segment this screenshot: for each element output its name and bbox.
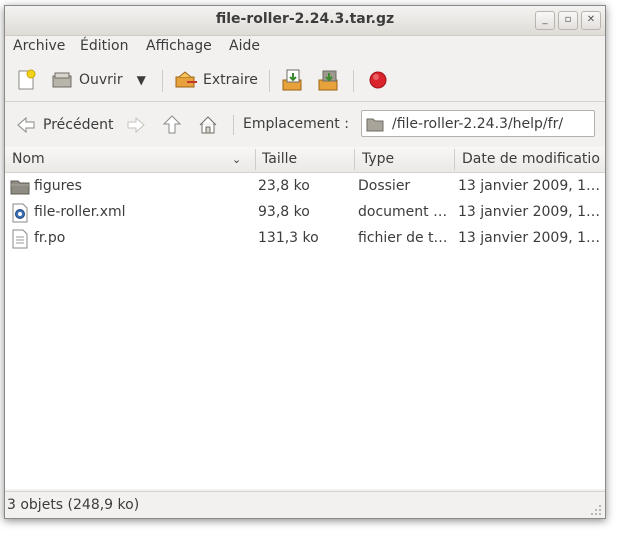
close-icon: ✕: [586, 14, 596, 25]
home-icon: [199, 115, 217, 133]
location-path: /file-roller-2.24.3/help/fr/: [392, 115, 564, 132]
minimize-button[interactable]: _: [535, 11, 555, 30]
extract-icon: [175, 70, 197, 87]
table-row[interactable]: file-roller.xml 93,8 ko document … 13 ja…: [5, 199, 605, 225]
location-separator: [233, 115, 234, 135]
xml-file-icon: [12, 203, 28, 223]
add-folder-button[interactable]: [317, 66, 341, 93]
menu-aide[interactable]: Aide: [229, 38, 260, 54]
file-type: fichier de t…: [358, 230, 448, 246]
table-row[interactable]: figures 23,8 ko Dossier 13 janvier 2009,…: [5, 173, 605, 199]
toolbar: Ouvrir ▼ Extraire: [5, 58, 605, 102]
back-button[interactable]: Précédent: [15, 111, 113, 138]
add-files-icon: [282, 69, 302, 90]
forward-arrow-icon: [127, 116, 145, 133]
file-name: fr.po: [34, 230, 66, 246]
add-files-button[interactable]: [281, 66, 305, 93]
toolbar-separator: [269, 70, 270, 92]
file-list: Nom ⌄ Taille Type Date de modificatio fi…: [5, 147, 605, 489]
file-date: 13 janvier 2009, 11…: [458, 178, 602, 194]
toolbar-separator: [162, 70, 163, 92]
file-size: 131,3 ko: [258, 230, 319, 246]
title-bar[interactable]: file-roller-2.24.3.tar.gz _ ▫ ✕: [5, 6, 605, 36]
file-type: document …: [358, 204, 448, 220]
location-field[interactable]: /file-roller-2.24.3/help/fr/: [361, 110, 595, 137]
chevron-down-icon[interactable]: ▼: [137, 73, 146, 87]
column-header-name-label: Nom: [12, 151, 45, 167]
window-title: file-roller-2.24.3.tar.gz: [215, 11, 395, 27]
up-arrow-icon: [162, 114, 182, 133]
folder-icon: [366, 118, 384, 131]
add-folder-icon: [318, 70, 338, 90]
column-divider[interactable]: [354, 149, 355, 170]
column-divider[interactable]: [454, 149, 455, 170]
file-type: Dossier: [358, 178, 411, 194]
menu-edition[interactable]: Édition: [80, 38, 128, 54]
sort-chevron-icon: ⌄: [232, 153, 242, 166]
menu-bar: Archive Édition Affichage Aide: [5, 36, 605, 58]
file-date: 13 janvier 2009, 11…: [458, 230, 602, 246]
file-name: figures: [34, 178, 82, 194]
open-button[interactable]: Ouvrir ▼: [51, 66, 146, 93]
back-label: Précédent: [43, 116, 114, 133]
table-row[interactable]: fr.po 131,3 ko fichier de t… 13 janvier …: [5, 225, 605, 251]
file-size: 93,8 ko: [258, 204, 310, 220]
resize-grip-icon[interactable]: [590, 504, 602, 516]
home-button[interactable]: [197, 111, 219, 138]
location-label: Emplacement :: [243, 116, 349, 132]
status-bar: 3 objets (248,9 ko): [5, 491, 605, 518]
list-header: Nom ⌄ Taille Type Date de modificatio: [5, 147, 605, 173]
maximize-icon: ▫: [564, 14, 572, 25]
folder-icon: [10, 180, 30, 195]
column-header-name[interactable]: Nom ⌄: [12, 147, 242, 172]
menu-archive[interactable]: Archive: [13, 38, 65, 54]
stop-icon: [369, 71, 387, 88]
close-button[interactable]: ✕: [581, 11, 601, 30]
new-document-icon: [18, 69, 36, 89]
column-header-type[interactable]: Type: [362, 147, 394, 172]
new-archive-button[interactable]: [15, 66, 37, 93]
status-text: 3 objets (248,9 ko): [7, 497, 140, 513]
forward-button[interactable]: [125, 111, 147, 138]
extract-button[interactable]: Extraire: [173, 66, 258, 93]
menu-affichage[interactable]: Affichage: [146, 38, 212, 54]
up-button[interactable]: [161, 111, 183, 138]
file-size: 23,8 ko: [258, 178, 310, 194]
toolbar-separator: [353, 70, 354, 92]
open-archive-icon: [52, 72, 72, 87]
open-label: Ouvrir: [79, 71, 123, 88]
column-header-size[interactable]: Taille: [262, 147, 297, 172]
file-name: file-roller.xml: [34, 204, 126, 220]
stop-button[interactable]: [367, 66, 389, 93]
minimize-icon: _: [542, 14, 548, 25]
column-divider[interactable]: [255, 149, 256, 170]
file-roller-window: file-roller-2.24.3.tar.gz _ ▫ ✕ Archive …: [4, 5, 606, 519]
maximize-button[interactable]: ▫: [558, 11, 578, 30]
file-date: 13 janvier 2009, 11…: [458, 204, 602, 220]
text-file-icon: [12, 229, 28, 249]
column-header-date[interactable]: Date de modificatio: [462, 147, 604, 172]
location-bar: Précédent Emplacement : /file-roller-2.2…: [5, 102, 605, 148]
back-arrow-icon: [17, 116, 35, 133]
extract-label: Extraire: [203, 71, 258, 88]
